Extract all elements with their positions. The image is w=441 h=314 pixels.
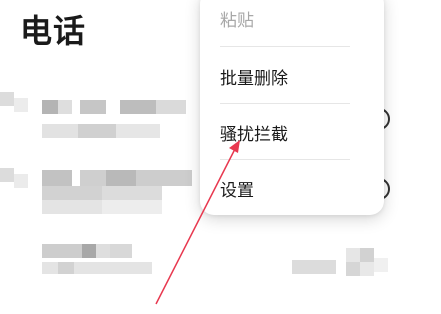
- redacted-icon: [360, 248, 374, 262]
- redacted-name: [42, 170, 72, 186]
- redacted-icon: [360, 262, 374, 276]
- redacted-icon: [346, 262, 360, 276]
- redacted-name: [110, 244, 132, 258]
- redacted-time: [292, 260, 336, 274]
- redacted-name: [106, 170, 136, 186]
- redacted-detail: [102, 200, 162, 214]
- redacted-detail: [116, 124, 160, 138]
- redacted-name: [58, 100, 72, 114]
- redacted-name: [42, 100, 58, 114]
- redacted-detail: [42, 124, 78, 138]
- redacted-name: [156, 100, 186, 114]
- menu-item-paste[interactable]: 粘贴: [220, 6, 254, 31]
- redacted-name: [96, 244, 110, 258]
- overflow-menu: 粘贴 批量删除 骚扰拦截 设置: [200, 0, 384, 215]
- redacted-detail: [78, 124, 116, 138]
- menu-item-settings[interactable]: 设置: [220, 176, 254, 201]
- redacted-detail: [58, 262, 74, 274]
- redacted-avatar: [0, 168, 14, 182]
- menu-item-batch-delete[interactable]: 批量删除: [220, 64, 288, 89]
- redacted-icon: [374, 258, 388, 272]
- redacted-avatar: [14, 174, 28, 188]
- redacted-name: [42, 244, 82, 258]
- menu-divider: [220, 103, 350, 104]
- redacted-name: [80, 100, 106, 114]
- menu-divider: [220, 159, 350, 160]
- redacted-avatar: [0, 92, 14, 106]
- menu-divider: [220, 46, 350, 47]
- redacted-name: [136, 170, 192, 186]
- redacted-name: [82, 244, 96, 258]
- redacted-icon: [346, 248, 360, 262]
- redacted-detail: [102, 186, 162, 200]
- redacted-name: [120, 100, 156, 114]
- redacted-avatar: [14, 98, 28, 112]
- redacted-name: [80, 170, 106, 186]
- redacted-detail: [42, 200, 102, 214]
- menu-item-harassment-block[interactable]: 骚扰拦截: [220, 120, 288, 145]
- redacted-detail: [42, 186, 102, 200]
